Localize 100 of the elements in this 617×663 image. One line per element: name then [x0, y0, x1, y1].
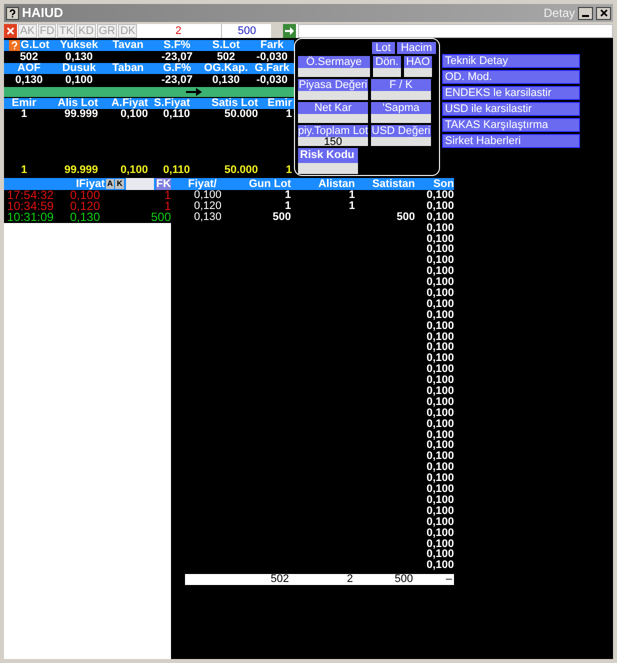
table-cell: -23,07	[161, 51, 193, 63]
table-cell: 1	[20, 108, 28, 120]
value-field	[298, 68, 370, 77]
table-cell: 1	[284, 189, 291, 201]
close-icon[interactable]	[4, 24, 17, 38]
table-cell: 0,100	[194, 189, 222, 201]
table-cell: 0,130	[212, 74, 240, 86]
time-cell-text: 17:54:32	[6, 190, 55, 201]
arrow-icon	[186, 88, 202, 96]
unit-button[interactable]: Lot	[372, 42, 395, 54]
price-cell-text: 0,130	[69, 212, 102, 223]
column-header: Dusuk	[62, 63, 96, 74]
column-header: Alistan	[317, 178, 355, 190]
toolbar-panel	[271, 24, 284, 38]
table-cell: 0,100	[426, 483, 454, 496]
help-icon[interactable]	[6, 6, 19, 20]
table-cell: 1	[348, 200, 355, 212]
table-cell: 0,100	[426, 450, 454, 462]
table-cell: 0,100	[426, 341, 454, 354]
menu-button[interactable]: ENDEKS le karsilastir	[442, 86, 580, 100]
field-label: piy.Toplam Lot	[298, 125, 368, 137]
table-cell: –	[446, 573, 452, 586]
menu-button[interactable]: Teknik Detay	[442, 54, 580, 68]
fk-button[interactable]: FK	[156, 178, 171, 190]
menu-button[interactable]: Sirket Haberleri	[442, 134, 580, 148]
table-cell: 1	[348, 189, 355, 201]
column-header: OG.Kap.	[204, 63, 248, 74]
toolbar-tab[interactable]: TK	[57, 24, 76, 38]
table-cell: 0,100	[426, 538, 454, 550]
table-cell: 0,100	[426, 385, 454, 398]
lot-cell-text: 1	[163, 190, 171, 201]
menu-button[interactable]: USD ile karsilastir	[442, 102, 580, 116]
table-cell: 0,100	[426, 298, 454, 310]
value-field	[373, 68, 401, 77]
column-header: Alis Lot	[58, 97, 98, 109]
column-header: Fiyat/	[187, 178, 218, 190]
table-cell: 1	[20, 164, 28, 176]
table-cell: 0,100	[426, 232, 454, 245]
menu-button[interactable]: TAKAS Karşılaştırma	[442, 118, 580, 132]
table-cell: 0,100	[426, 548, 454, 560]
price-cell-text: 0,120	[69, 201, 102, 212]
price-cell-text: 0,100	[69, 190, 100, 201]
field-label: Ö.Sermaye	[298, 56, 370, 68]
table-cell: 2	[346, 573, 353, 586]
table-cell: 0,100	[426, 526, 454, 539]
toolbar-tab[interactable]: FD	[38, 24, 56, 38]
filter-button[interactable]: A	[106, 179, 114, 189]
go-button[interactable]	[283, 24, 296, 38]
table-cell: 0,100	[426, 406, 454, 419]
toolbar-tab[interactable]: KD	[76, 24, 96, 38]
toolbar-tab[interactable]: GR	[96, 24, 118, 38]
field-label: HAO	[404, 56, 432, 68]
table-cell: 0,130	[65, 51, 93, 63]
minimize-button[interactable]	[578, 6, 593, 20]
filter-field[interactable]	[126, 178, 154, 190]
value-field	[298, 114, 368, 123]
table-cell: 0,100	[65, 74, 93, 86]
close-icon	[600, 9, 608, 17]
column-header: S.Lot	[212, 40, 240, 51]
window-subtitle: Detay	[544, 5, 575, 22]
column-header: Taban	[112, 63, 144, 74]
table-cell: 0,100	[426, 254, 454, 266]
column-header: Emir	[12, 97, 36, 109]
table-cell: 0,100	[426, 276, 454, 288]
table-cell: 50.000	[224, 108, 258, 120]
close-button[interactable]	[596, 6, 611, 20]
table-cell: 0,100	[426, 287, 454, 300]
column-header: AOF	[17, 63, 41, 74]
table-cell: 99.999	[64, 108, 98, 120]
table-cell: 0,100	[426, 320, 454, 332]
table-cell: 1	[286, 108, 292, 120]
table-cell: 0,100	[120, 164, 148, 176]
table-cell: 0,110	[163, 108, 190, 120]
field-label: Net Kar	[298, 102, 368, 114]
unit-button[interactable]: Hacim	[396, 42, 436, 54]
table-cell: 50.000	[224, 164, 258, 176]
toolbar-tab[interactable]: DK	[118, 24, 138, 38]
time-cell-text: 10:34:59	[6, 201, 55, 212]
table-cell: 0,100	[426, 559, 454, 572]
amount-field[interactable]: 500	[221, 24, 272, 38]
input-field[interactable]	[298, 24, 613, 38]
table-cell: 0,100	[426, 330, 454, 343]
table-cell: 0,100	[426, 243, 454, 256]
value-field	[371, 137, 431, 146]
table-cell: 0,100	[426, 418, 454, 430]
lot-cell-text: 500	[150, 212, 171, 223]
table-cell: -0,030	[256, 74, 288, 86]
table-cell: 502	[216, 51, 236, 63]
arrow-icon	[285, 27, 294, 35]
table-cell: 0,100	[426, 265, 454, 278]
menu-button[interactable]: OD. Mod.	[442, 70, 580, 84]
table-cell: 0,100	[426, 374, 454, 386]
column-header: S.Fiyat	[154, 97, 190, 109]
table-cell: 0,100	[426, 222, 454, 234]
toolbar-tab[interactable]: AK	[18, 24, 37, 38]
column-header: Son	[432, 178, 454, 190]
table-cell: 0,100	[426, 461, 454, 474]
column-header: Yuksek	[60, 40, 98, 51]
table-cell: 0,100	[426, 516, 454, 528]
filter-button[interactable]: K	[115, 179, 124, 189]
